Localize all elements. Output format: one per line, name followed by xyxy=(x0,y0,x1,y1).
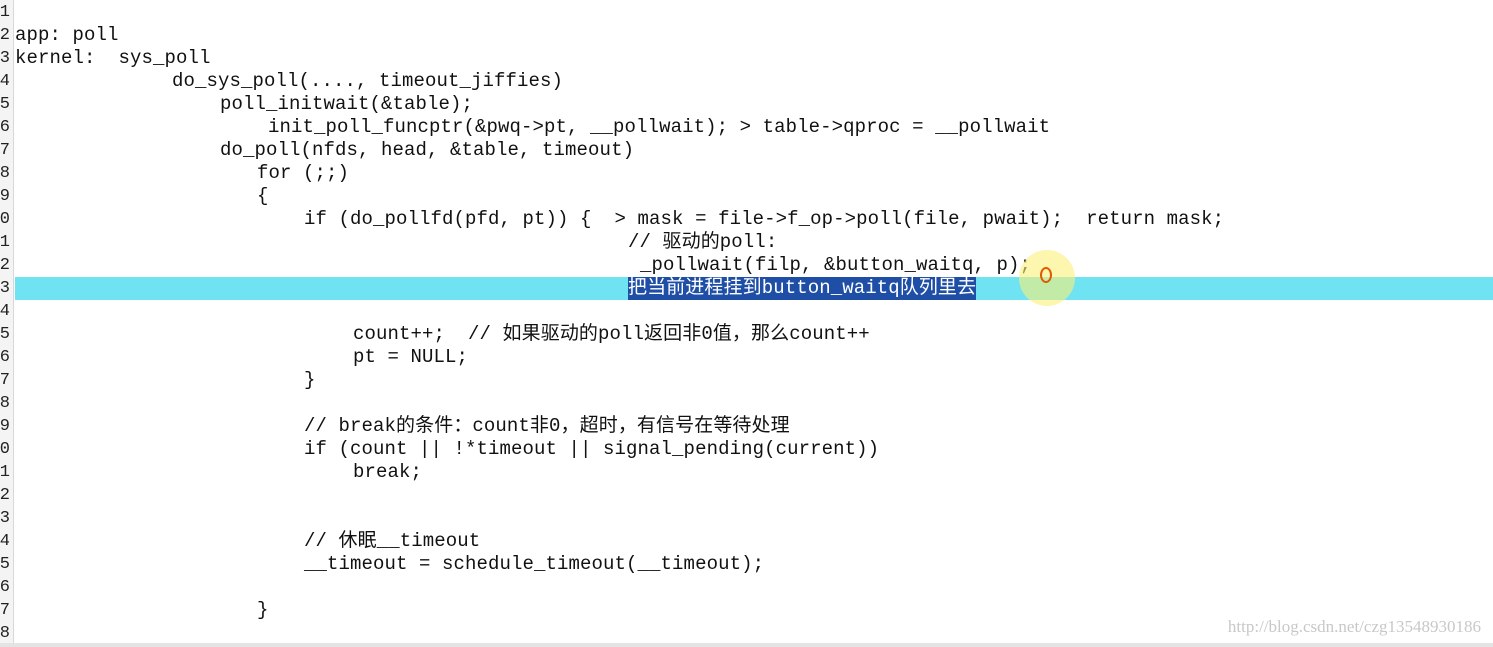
selected-text: 把当前进程挂到button_waitq队列里去 xyxy=(628,277,977,300)
line-number: 8 xyxy=(0,624,10,643)
line-number: 9 xyxy=(0,187,10,206)
line-number: 4 xyxy=(0,532,10,551)
line-number: 6 xyxy=(0,578,10,597)
code-line[interactable]: 8 xyxy=(0,392,1493,415)
code-line[interactable]: 3 kernel: sys_poll xyxy=(0,47,1493,70)
code-text: // break的条件：count非0，超时，有信号在等待处理 xyxy=(304,415,790,437)
code-text: count++; // 如果驱动的poll返回非0值，那么count++ xyxy=(353,323,870,345)
code-line[interactable]: 4 do_sys_poll(...., timeout_jiffies) xyxy=(0,70,1493,93)
line-number: 8 xyxy=(0,394,10,413)
code-line[interactable]: 6 xyxy=(0,576,1493,599)
code-text: if (count || !*timeout || signal_pending… xyxy=(304,438,880,460)
code-text: _pollwait(filp, &button_waitq, p); xyxy=(640,254,1032,276)
line-number: 3 xyxy=(0,279,10,298)
line-number: 5 xyxy=(0,95,10,114)
code-line[interactable]: 0 if (do_pollfd(pfd, pt)) { > mask = file… xyxy=(0,208,1493,231)
line-number: 1 xyxy=(0,3,10,22)
code-line[interactable]: 4 xyxy=(0,300,1493,323)
code-line[interactable]: 9 // break的条件：count非0，超时，有信号在等待处理 xyxy=(0,415,1493,438)
code-line[interactable]: 2 app: poll xyxy=(0,24,1493,47)
code-text: kernel: sys_poll xyxy=(15,47,211,69)
code-line[interactable]: 1 xyxy=(0,1,1493,24)
code-line[interactable]: 1 break; xyxy=(0,461,1493,484)
line-number: 6 xyxy=(0,348,10,367)
line-number: 7 xyxy=(0,601,10,620)
code-text: // 驱动的poll: xyxy=(628,231,778,253)
code-text: pt = NULL; xyxy=(353,346,469,368)
code-line[interactable]: 2 _pollwait(filp, &button_waitq, p); xyxy=(0,254,1493,277)
code-text: } xyxy=(257,599,269,621)
line-number: 1 xyxy=(0,463,10,482)
code-text: init_poll_funcptr(&pwq->pt, __pollwait);… xyxy=(268,116,1051,138)
line-number: 1 xyxy=(0,233,10,252)
code-text: poll_initwait(&table); xyxy=(220,93,474,115)
text-cursor-icon xyxy=(1040,267,1052,283)
code-line[interactable]: 5 __timeout = schedule_timeout(__timeout)… xyxy=(0,553,1493,576)
code-line[interactable]: 2 xyxy=(0,484,1493,507)
code-text: } xyxy=(304,369,316,391)
line-number: 7 xyxy=(0,141,10,160)
code-text: __timeout = schedule_timeout(__timeout); xyxy=(304,553,765,575)
line-number: 4 xyxy=(0,302,10,321)
code-text: do_sys_poll(...., timeout_jiffies) xyxy=(172,70,564,92)
line-number: 0 xyxy=(0,440,10,459)
code-line[interactable]: 6 pt = NULL; xyxy=(0,346,1493,369)
line-number: 8 xyxy=(0,164,10,183)
code-line[interactable]: 5 poll_initwait(&table); xyxy=(0,93,1493,116)
code-line[interactable]: 3 把当前进程挂到button_waitq队列里去 xyxy=(0,277,1493,300)
line-number: 3 xyxy=(0,49,10,68)
line-number: 2 xyxy=(0,486,10,505)
code-text: // 休眠__timeout xyxy=(304,530,481,552)
code-line[interactable]: 9{ xyxy=(0,185,1493,208)
code-line[interactable]: 7} xyxy=(0,369,1493,392)
line-number: 7 xyxy=(0,371,10,390)
code-text: break; xyxy=(353,461,423,483)
line-number: 6 xyxy=(0,118,10,137)
code-line[interactable]: 8 for (;;) xyxy=(0,162,1493,185)
code-line[interactable]: 5 count++; // 如果驱动的poll返回非0值，那么count++ xyxy=(0,323,1493,346)
line-number: 4 xyxy=(0,72,10,91)
code-text: for (;;) xyxy=(257,162,350,184)
code-text: app: poll xyxy=(15,24,119,46)
code-line[interactable]: 7 do_poll(nfds, head, &table, timeout) xyxy=(0,139,1493,162)
code-line[interactable]: 4 // 休眠__timeout xyxy=(0,530,1493,553)
code-line[interactable]: 3 xyxy=(0,507,1493,530)
line-number: 0 xyxy=(0,210,10,229)
line-number: 5 xyxy=(0,555,10,574)
horizontal-scrollbar[interactable] xyxy=(0,643,1493,647)
line-number: 2 xyxy=(0,26,10,45)
line-number: 5 xyxy=(0,325,10,344)
line-number: 9 xyxy=(0,417,10,436)
code-text: if (do_pollfd(pfd, pt)) { > mask = file-… xyxy=(304,208,1225,230)
watermark: http://blog.csdn.net/czg13548930186 xyxy=(1227,617,1481,636)
line-number: 3 xyxy=(0,509,10,528)
code-line[interactable]: 6 init_poll_funcptr(&pwq->pt, __pollwait)… xyxy=(0,116,1493,139)
code-text: do_poll(nfds, head, &table, timeout) xyxy=(220,139,635,161)
code-text: { xyxy=(257,185,269,207)
line-number: 2 xyxy=(0,256,10,275)
code-line[interactable]: 0 if (count || !*timeout || signal_pendin… xyxy=(0,438,1493,461)
code-line[interactable]: 1 // 驱动的poll: xyxy=(0,231,1493,254)
